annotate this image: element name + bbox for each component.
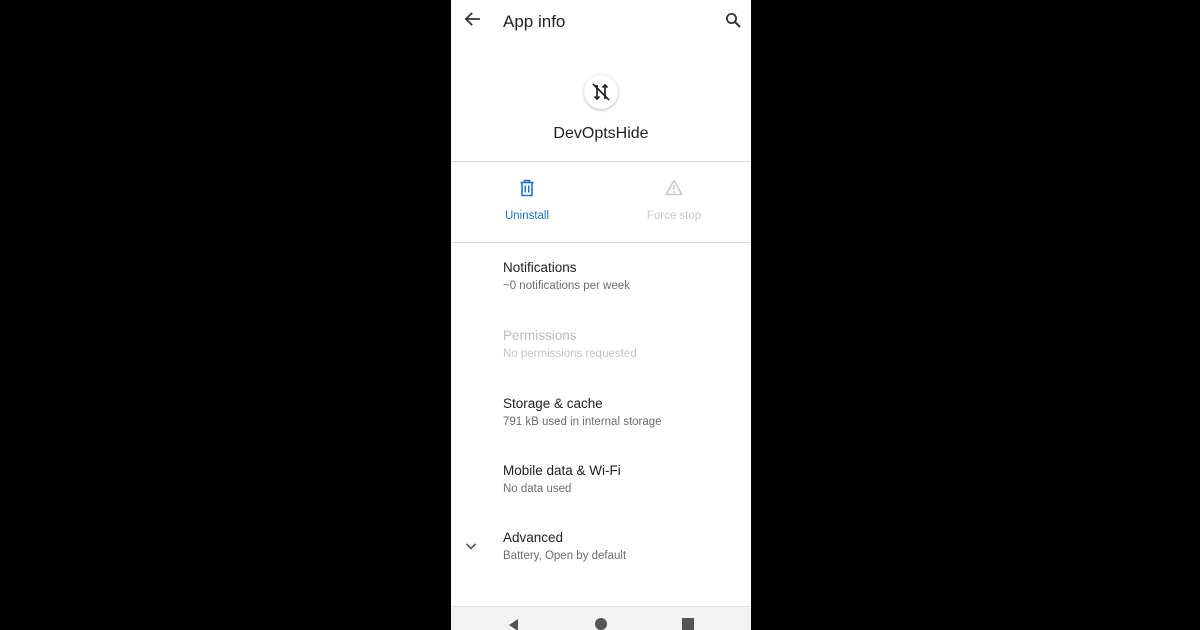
uninstall-label: Uninstall bbox=[504, 210, 550, 222]
list-item-storage[interactable]: Storage & cache 791 kB used in internal … bbox=[503, 395, 743, 430]
list-item-subtitle: ~0 notifications per week bbox=[503, 280, 630, 292]
nav-home-icon bbox=[594, 617, 608, 630]
list-item-title: Mobile data & Wi-Fi bbox=[503, 463, 621, 478]
list-item-subtitle: 791 kB used in internal storage bbox=[503, 416, 662, 428]
list-item-title: Storage & cache bbox=[503, 396, 603, 411]
list-item-title: Permissions bbox=[503, 328, 577, 343]
chevron-down-icon bbox=[461, 536, 481, 556]
list-item-advanced[interactable]: Advanced Battery, Open by default bbox=[503, 529, 743, 564]
phone-screen: App info DevOptsHide Uninstall Force sto… bbox=[451, 0, 751, 630]
list-item-notifications[interactable]: Notifications ~0 notifications per week bbox=[503, 259, 743, 294]
search-icon bbox=[725, 12, 741, 33]
app-bar: App info bbox=[451, 0, 751, 46]
nav-back-icon bbox=[506, 617, 520, 630]
page-title: App info bbox=[503, 12, 566, 31]
list-item-title: Notifications bbox=[503, 260, 577, 275]
actions-divider bbox=[451, 242, 751, 243]
force-stop-button[interactable]: Force stop bbox=[629, 178, 719, 230]
devoptshide-app-icon bbox=[584, 75, 618, 109]
back-button[interactable] bbox=[461, 10, 483, 32]
header-divider bbox=[451, 161, 751, 162]
uninstall-button[interactable]: Uninstall bbox=[482, 178, 572, 230]
list-item-permissions[interactable]: Permissions No permissions requested bbox=[503, 327, 743, 362]
force-stop-label: Force stop bbox=[646, 210, 702, 222]
arrow-back-icon bbox=[464, 11, 480, 32]
list-item-subtitle: Battery, Open by default bbox=[503, 550, 627, 562]
warning-icon bbox=[665, 179, 683, 201]
list-item-mobile-data[interactable]: Mobile data & Wi-Fi No data used bbox=[503, 462, 743, 497]
nav-recents-icon bbox=[681, 617, 695, 630]
nav-home-button[interactable] bbox=[589, 617, 613, 630]
system-navigation-bar bbox=[451, 606, 751, 630]
list-item-title: Advanced bbox=[503, 530, 564, 545]
search-button[interactable] bbox=[722, 11, 744, 33]
list-item-subtitle: No data used bbox=[503, 483, 572, 495]
trash-icon bbox=[519, 179, 535, 202]
app-name: DevOptsHide bbox=[553, 125, 649, 142]
list-item-subtitle: No permissions requested bbox=[503, 348, 637, 360]
nav-back-button[interactable] bbox=[501, 617, 525, 630]
nav-recents-button[interactable] bbox=[676, 617, 700, 630]
